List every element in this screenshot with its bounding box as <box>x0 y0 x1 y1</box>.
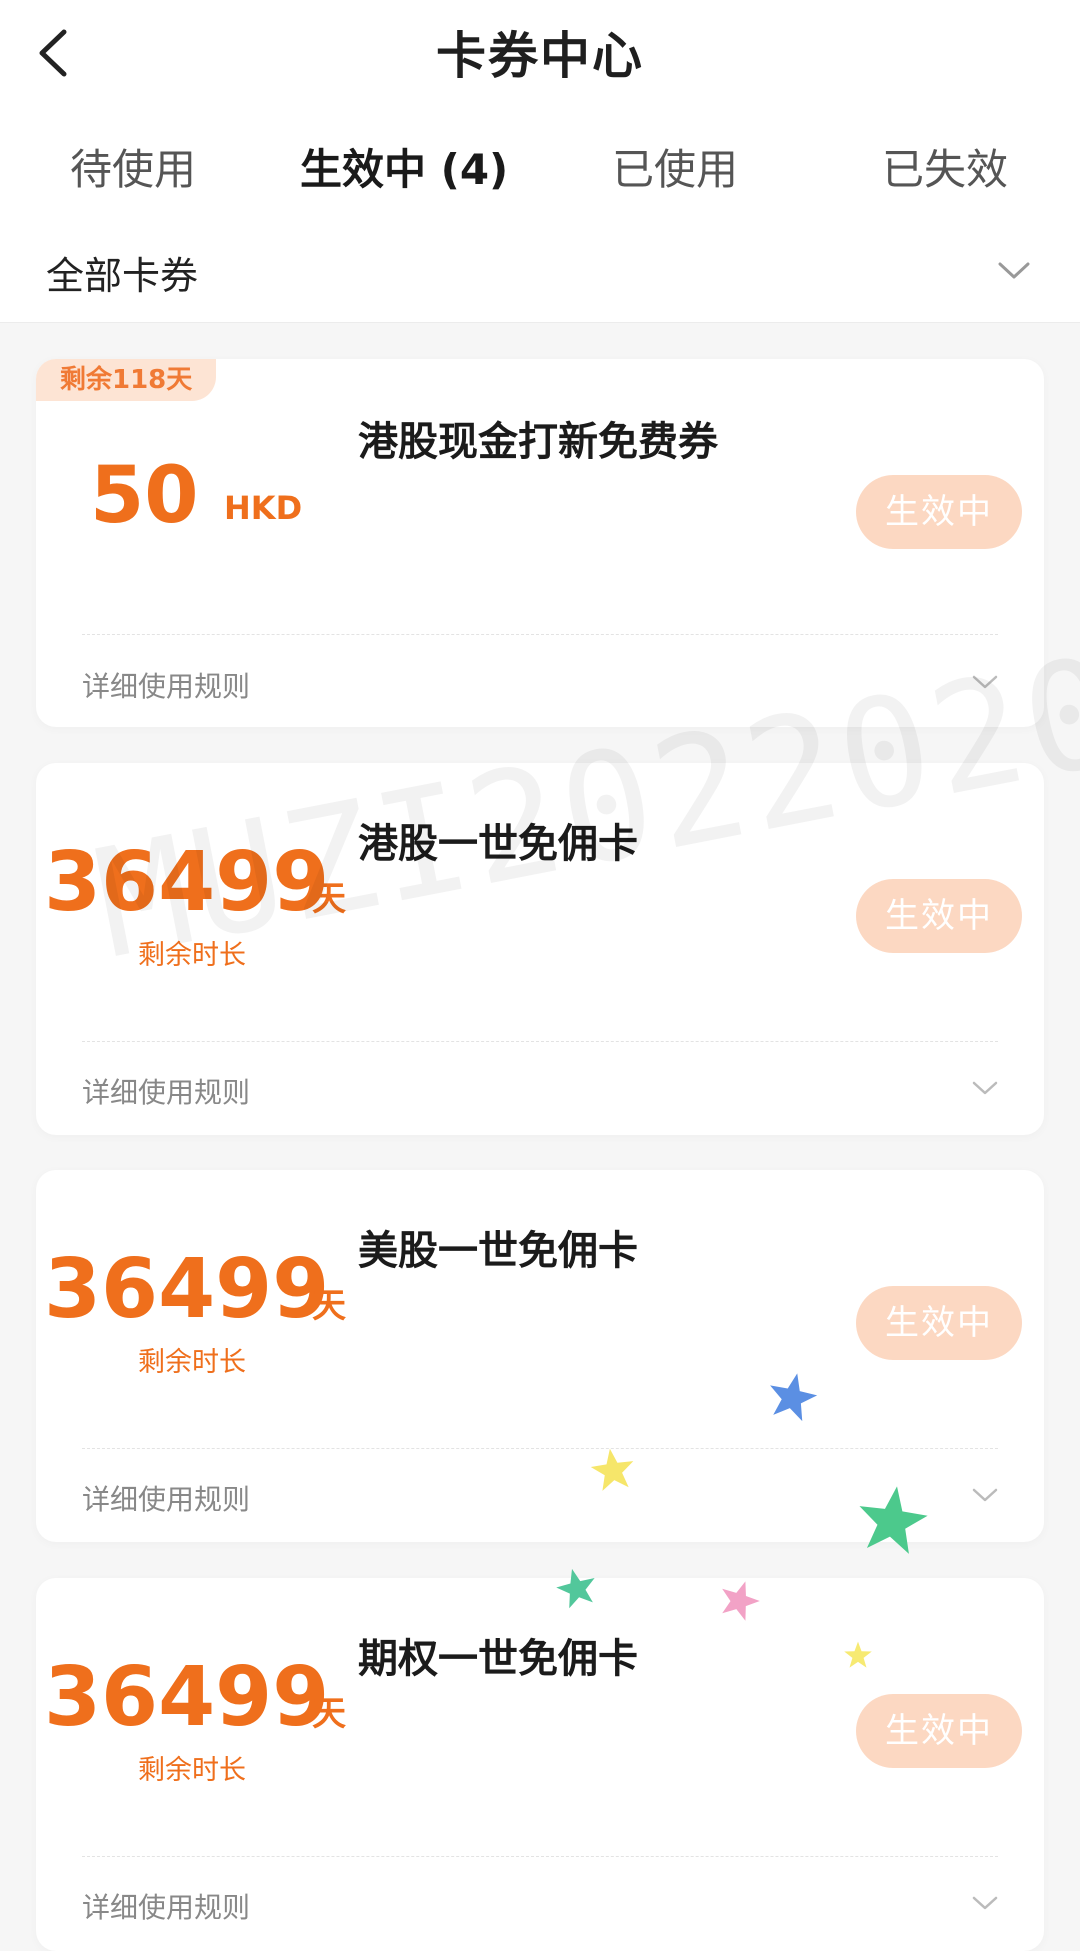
star-icon <box>556 1568 595 1609</box>
card-divider <box>82 1856 998 1857</box>
star-icon <box>590 1448 634 1491</box>
status-badge: 生效中 <box>856 1286 1022 1360</box>
coupon-filter-dropdown[interactable]: 全部卡券 <box>46 245 198 300</box>
rules-link[interactable]: 详细使用规则 <box>82 1886 250 1926</box>
star-icon <box>722 1581 760 1621</box>
star-icon <box>844 1641 872 1668</box>
coupon-card-options-commission[interactable]: 期权一世免佣卡 36499 天 剩余时长 生效中 详细使用规则 <box>36 1578 1044 1951</box>
coupon-amount: 50 <box>90 451 199 541</box>
remaining-duration-label: 剩余时长 <box>138 1347 246 1378</box>
tab-used[interactable]: 已使用 <box>612 136 738 197</box>
status-badge: 生效中 <box>856 475 1022 549</box>
remaining-days-value: 36499 <box>44 1650 330 1745</box>
chevron-down-icon[interactable] <box>970 1480 1000 1510</box>
card-title: 港股现金打新免费券 <box>358 419 718 465</box>
card-title: 期权一世免佣卡 <box>358 1636 638 1682</box>
star-icon <box>770 1373 818 1422</box>
rules-link[interactable]: 详细使用规则 <box>82 665 250 705</box>
card-divider <box>82 1448 998 1449</box>
chevron-down-icon[interactable] <box>970 1073 1000 1103</box>
page-title: 卡券中心 <box>436 27 644 85</box>
status-badge: 生效中 <box>856 879 1022 953</box>
star-icon <box>859 1486 928 1554</box>
status-badge: 生效中 <box>856 1694 1022 1768</box>
card-divider <box>82 1041 998 1042</box>
remaining-duration-label: 剩余时长 <box>138 1755 246 1786</box>
card-title: 美股一世免佣卡 <box>358 1228 638 1274</box>
rules-link[interactable]: 详细使用规则 <box>82 1071 250 1111</box>
coupon-currency: HKD <box>224 489 303 527</box>
chevron-down-icon[interactable] <box>994 250 1034 290</box>
remaining-days-value: 36499 <box>44 1242 330 1337</box>
tab-expired[interactable]: 已失效 <box>882 136 1008 197</box>
remaining-days-badge: 剩余118天 <box>36 359 217 401</box>
days-unit: 天 <box>312 1694 346 1734</box>
days-unit: 天 <box>312 1286 346 1326</box>
card-divider <box>82 634 998 635</box>
chevron-down-icon[interactable] <box>970 1888 1000 1918</box>
top-bar: 卡券中心 待使用 生效中 (4) 已使用 已失效 全部卡券 <box>0 0 1080 323</box>
tab-active[interactable]: 生效中 (4) <box>300 136 508 197</box>
rules-link[interactable]: 详细使用规则 <box>82 1478 250 1518</box>
tab-pending[interactable]: 待使用 <box>70 136 196 197</box>
